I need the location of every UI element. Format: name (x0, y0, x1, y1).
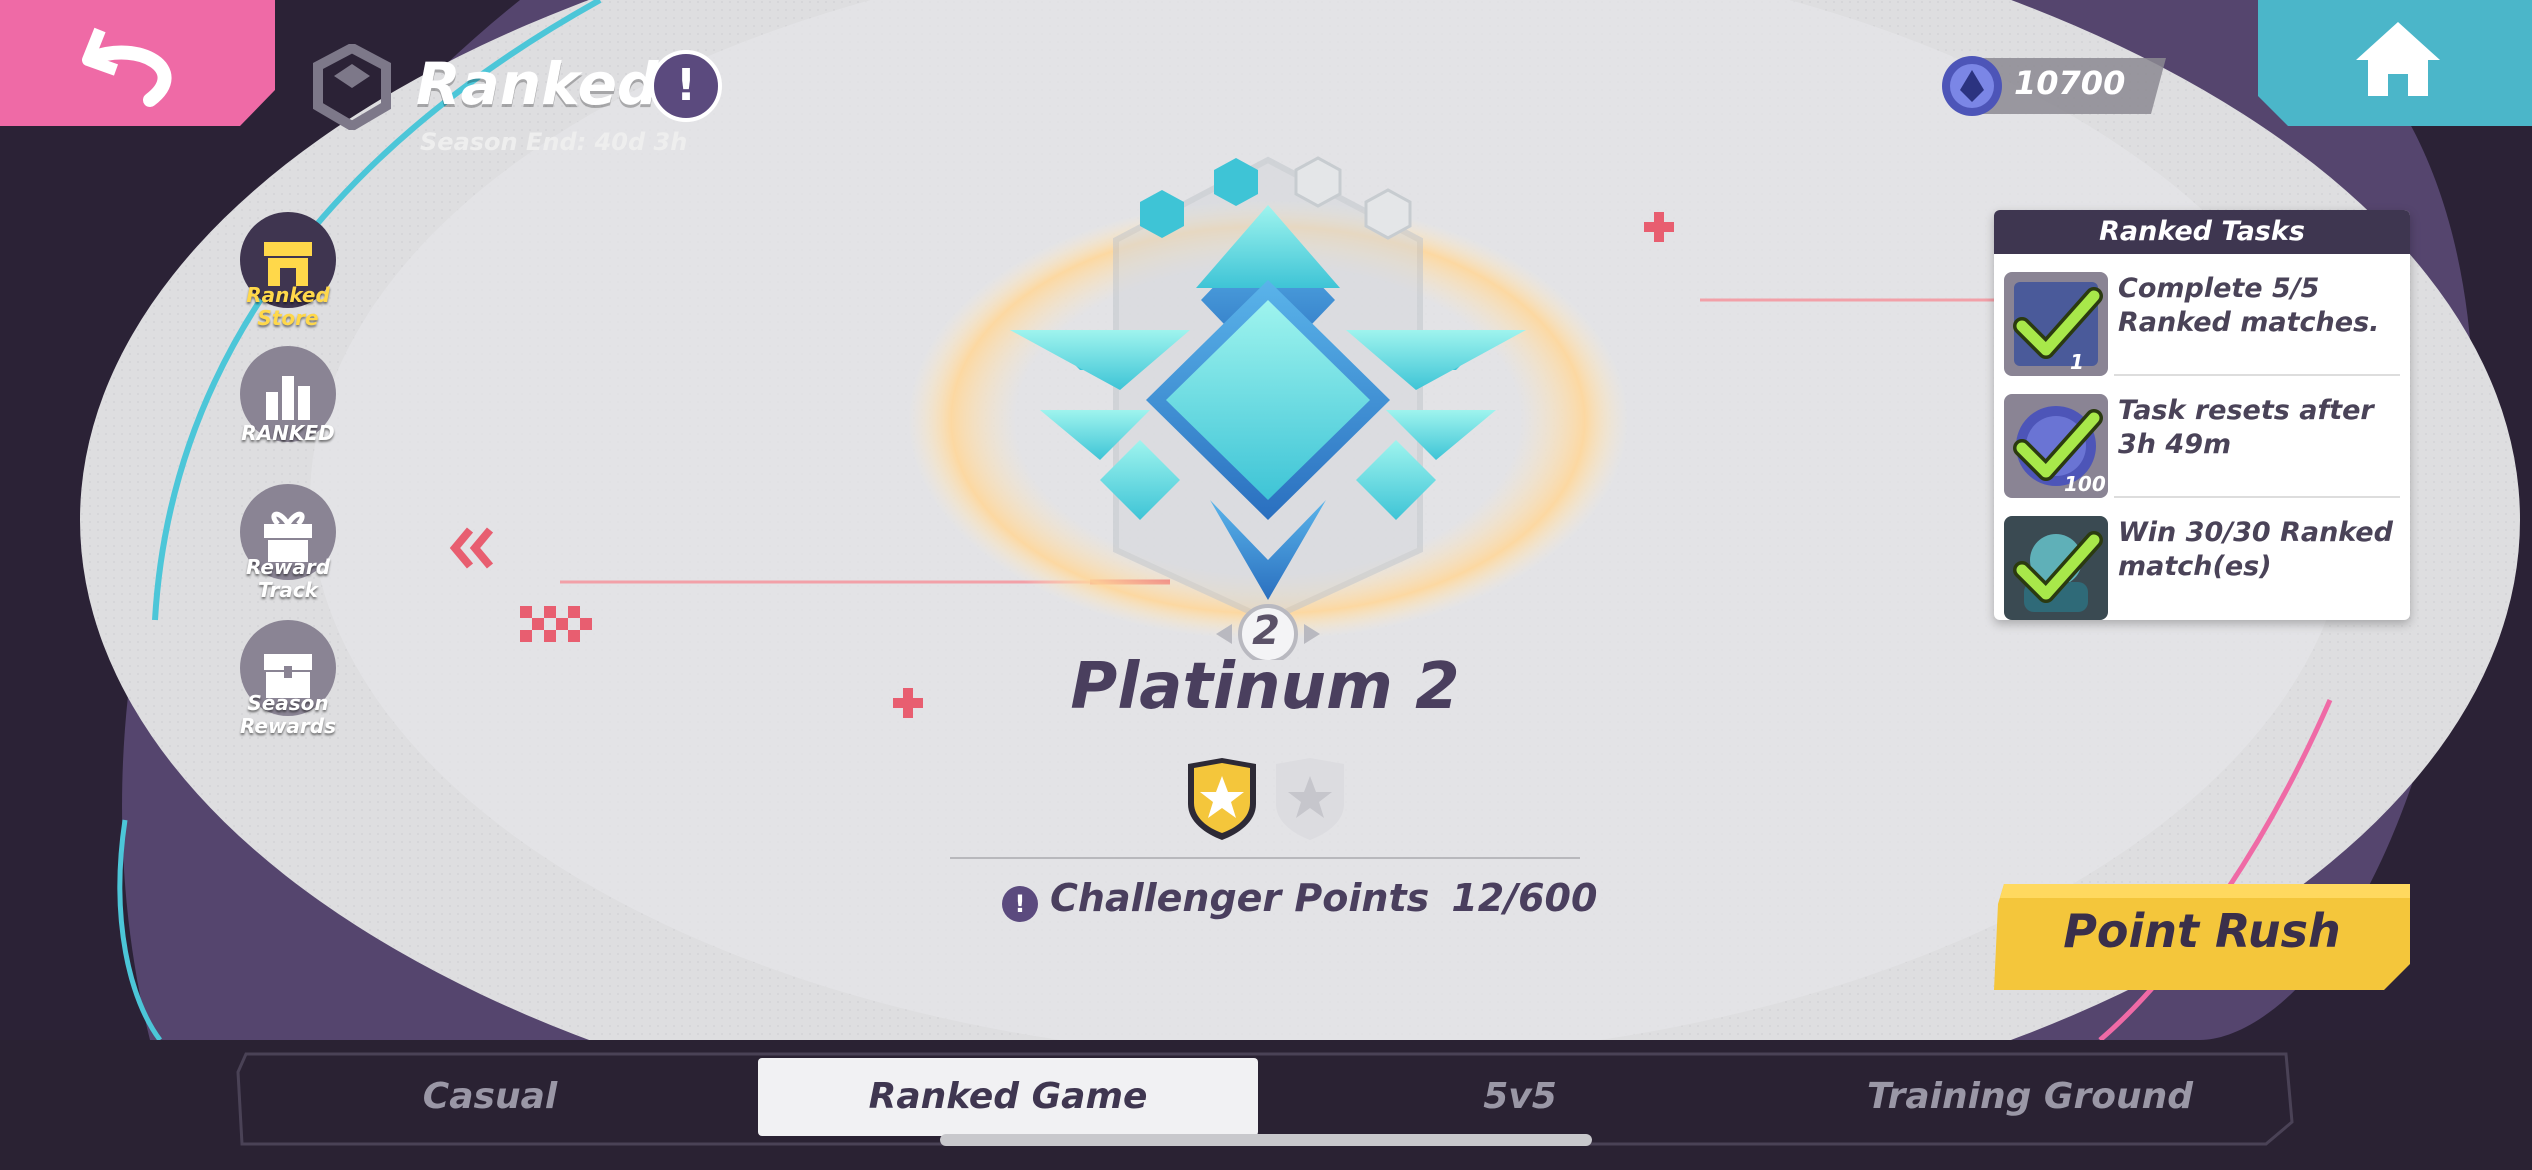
tab-ranked-game[interactable]: Ranked Game (758, 1058, 1258, 1136)
challenger-points-label: Challenger Points (1050, 876, 1430, 920)
challenger-info-icon[interactable]: ! (1002, 886, 1038, 922)
star-badge-filled (1188, 758, 1256, 840)
rank-coin-icon (1942, 56, 2002, 116)
sidebar-label-season-rewards: Season Rewards (239, 691, 337, 738)
task-reward-amount: 100 (2064, 472, 2106, 496)
challenger-points: Challenger Points 12/600 (1050, 876, 1597, 920)
task-item[interactable]: 100 Task resets after 3h 49m (1994, 376, 2410, 498)
ranked-screen: Ranked ! Season End: 40d 3h 10700 Ranked… (0, 0, 2532, 1170)
sidebar-label-store: Ranked Store (246, 283, 330, 330)
season-end-timer: Season End: 40d 3h (420, 128, 688, 156)
task-text: Win 30/30 Ranked match(es) (2118, 517, 2393, 582)
home-indicator (940, 1134, 1592, 1146)
page-title: Ranked (416, 50, 659, 118)
ranked-tasks-panel: Ranked Tasks 1 Complete 5/5 Ranked match… (1994, 210, 2410, 620)
ranked-logo-icon (313, 44, 391, 130)
task-reward-amount: 1 (2070, 350, 2084, 374)
currency-value: 10700 (2014, 64, 2126, 102)
home-button[interactable] (2258, 0, 2532, 126)
division-number: 2 (1252, 608, 1280, 654)
star-badge-empty (1276, 758, 1344, 840)
tab-training-ground[interactable]: Training Ground (1780, 1058, 2280, 1136)
task-reward-icon (2004, 516, 2108, 620)
back-button[interactable] (0, 0, 275, 126)
task-text: Complete 5/5 Ranked matches. (2118, 273, 2380, 338)
task-item[interactable]: 1 Complete 5/5 Ranked matches. (1994, 254, 2410, 376)
info-icon: ! (675, 60, 697, 111)
task-item[interactable]: Win 30/30 Ranked match(es) (1994, 498, 2410, 620)
task-text: Task resets after 3h 49m (2118, 395, 2374, 460)
rank-tier-name: Platinum 2 (1070, 650, 1460, 724)
ranked-tasks-title: Ranked Tasks (1994, 210, 2410, 254)
challenger-points-value: 12/600 (1451, 876, 1598, 920)
rank-info-button[interactable]: ! (650, 50, 722, 122)
point-rush-label: Point Rush (2063, 904, 2341, 958)
platinum-emblem (908, 156, 1628, 660)
sidebar-label-ranked: RANKED (241, 421, 335, 445)
task-reward-icon (2004, 272, 2108, 376)
tab-casual[interactable]: Casual (250, 1058, 730, 1136)
tab-5v5[interactable]: 5v5 (1270, 1058, 1770, 1136)
sidebar-label-reward-track: Reward Track (245, 555, 331, 602)
